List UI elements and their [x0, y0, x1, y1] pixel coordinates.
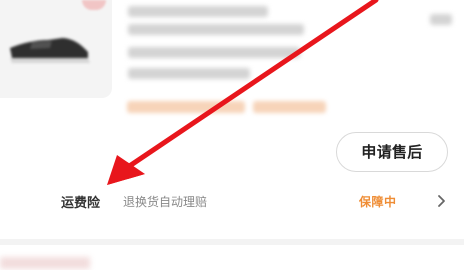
shipping-insurance-title: 运费险 [61, 196, 101, 211]
next-order-card [0, 245, 464, 270]
blurred-quantity [430, 14, 452, 25]
shipping-insurance-status: 保障中 [359, 195, 397, 209]
blurred-product-spec-line-1 [128, 47, 300, 58]
blurred-product-title-line-2 [128, 24, 304, 35]
thumbnail-corner-blur [82, 0, 106, 10]
blurred-product-spec-line-2 [128, 68, 250, 79]
blurred-product-tag-2 [253, 101, 326, 113]
product-thumbnail[interactable] [0, 0, 112, 98]
blurred-product-tag-1 [127, 101, 245, 113]
chevron-right-icon[interactable] [435, 194, 449, 208]
shipping-insurance-description: 退换货自动理赔 [123, 195, 208, 209]
shoe-icon [10, 38, 90, 63]
order-item-card: 申请售后 运费险 退换货自动理赔 保障中 [0, 0, 464, 239]
blurred-product-title-line-1 [128, 6, 268, 17]
apply-after-sale-button[interactable]: 申请售后 [336, 132, 448, 172]
shipping-insurance-row[interactable]: 运费险 退换货自动理赔 保障中 [0, 186, 464, 220]
next-card-blur [0, 257, 90, 269]
